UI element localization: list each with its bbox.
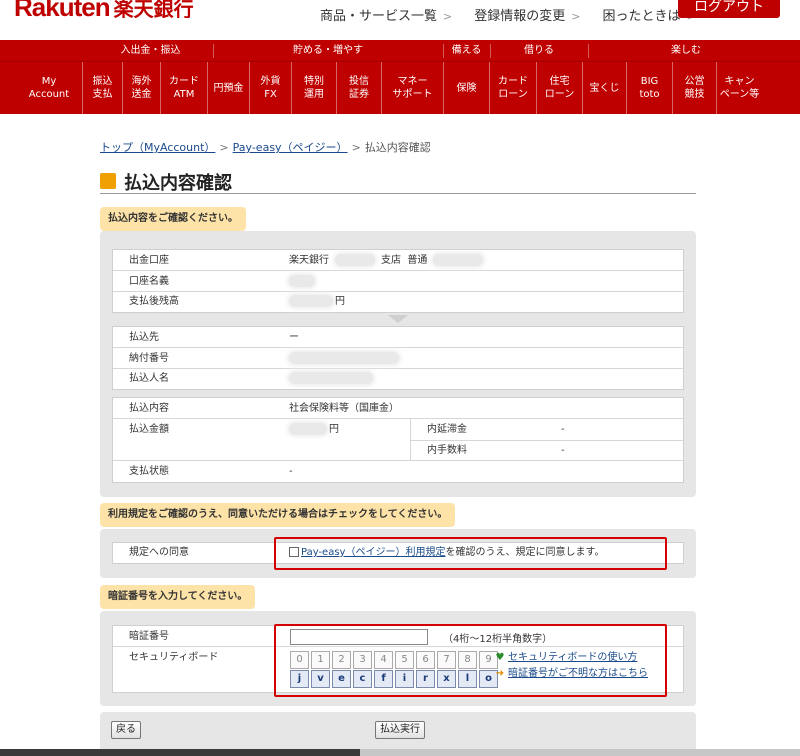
bottom-strip: [0, 749, 800, 756]
nav-category-insure: 備える: [451, 45, 482, 56]
row-balance-after: 支払後残高 円: [129, 295, 345, 307]
redacted-account-number: [433, 254, 484, 266]
highlight-pin-box: [274, 624, 667, 697]
nav-items: My Account 振込 支払 海外 送金 カード ATM 円預金 外貨 FX…: [16, 62, 762, 114]
back-button[interactable]: 戻る: [111, 721, 141, 739]
nav-item-special[interactable]: 特別 運用: [291, 62, 336, 114]
nav-item-overseas[interactable]: 海外 送金: [122, 62, 160, 114]
chevron-right-icon: >: [571, 10, 581, 23]
nav-item-money-support[interactable]: マネー サポート: [381, 62, 443, 114]
highlight-terms-box: [274, 537, 667, 570]
header-link-products[interactable]: 商品・サービス一覧 >: [320, 5, 452, 24]
logo-text-ja: 楽天銀行: [113, 0, 194, 18]
breadcrumb-current: 払込内容確認: [364, 141, 431, 154]
redacted-balance: [289, 295, 333, 307]
redacted-payer-name: [289, 372, 373, 384]
page-title-bar: 払込内容確認: [100, 170, 696, 194]
row-payment-content: 払込内容 社会保険料等（国庫金）: [113, 398, 683, 419]
nav-item-yen-deposit[interactable]: 円預金: [207, 62, 249, 114]
redacted-payment-number: [289, 352, 399, 364]
section-confirm-label: 払込内容をご確認ください。: [100, 207, 246, 231]
nav-item-insurance[interactable]: 保険: [443, 62, 489, 114]
nav-item-campaign[interactable]: キャン ペーン等: [716, 62, 762, 114]
header-link-registration[interactable]: 登録情報の変更 >: [474, 5, 580, 24]
breadcrumb-home-link[interactable]: トップ（MyAccount）: [100, 141, 215, 154]
redacted-amount: [289, 423, 327, 435]
breadcrumb: トップ（MyAccount） > Pay-easy（ペイジー） > 払込内容確認: [100, 141, 431, 154]
redacted-account-name: [289, 275, 315, 287]
nav-category-borrow: 借りる: [524, 45, 554, 56]
rakuten-bank-logo[interactable]: Rakuten 楽天銀行: [14, 0, 194, 18]
fee-value: -: [561, 445, 565, 456]
account-table: 出金口座 楽天銀行 支店 普通 口座名義 支払後残高 円: [112, 249, 684, 313]
row-payment-amount: 払込金額 円 内延滞金 - 内手数料 -: [113, 419, 683, 461]
nav-item-home-loan[interactable]: 住宅 ローン: [536, 62, 582, 114]
nav-item-public-race[interactable]: 公営 競技: [672, 62, 716, 114]
top-header: Rakuten楽天銀行 商品・サービス一覧> 登録情報の変更> 困ったときは> …: [0, 0, 800, 40]
row-payer-name: 払込人名: [113, 369, 683, 389]
row-withdraw-account: 出金口座 楽天銀行 支店 普通: [113, 250, 683, 271]
nav-item-big-toto[interactable]: BIG toto: [626, 62, 672, 114]
title-square-icon: [100, 173, 116, 189]
row-payee: 払込先 ー: [113, 327, 683, 348]
payee-table: 払込先 ー 納付番号 払込人名: [112, 326, 684, 390]
nav-category-save-invest: 貯める・増やす: [293, 45, 363, 56]
row-account-name: 口座名義: [113, 271, 683, 292]
nav-category-enjoy: 楽しむ: [671, 45, 701, 56]
breadcrumb-payeasy-link[interactable]: Pay-easy（ペイジー）: [233, 141, 348, 154]
chevron-right-icon: >: [443, 10, 453, 23]
header-links: 商品・サービス一覧> 登録情報の変更> 困ったときは>: [320, 5, 718, 24]
redacted-branch: [335, 254, 375, 266]
arrow-down-icon: [388, 315, 408, 323]
execute-payment-button[interactable]: 払込実行: [375, 721, 425, 739]
nav-item-transfer[interactable]: 振込 支払: [82, 62, 122, 114]
nav-category-deposit-transfer: 入出金・振込: [120, 45, 181, 56]
section-pin-label: 暗証番号を入力してください。: [100, 585, 256, 609]
row-payment-status: 支払状態 -: [129, 466, 293, 477]
nav-item-myaccount[interactable]: My Account: [16, 62, 82, 114]
nav-item-lottery[interactable]: 宝くじ: [582, 62, 626, 114]
nav-item-card-atm[interactable]: カード ATM: [160, 62, 207, 114]
late-fee-label: 内延滞金: [427, 424, 467, 435]
detail-table: 払込内容 社会保険料等（国庫金） 払込金額 円 内延滞金 - 内手数料 - 支払…: [112, 397, 684, 483]
logout-button[interactable]: ログアウト: [678, 0, 780, 18]
section-terms-label: 利用規定をご確認のうえ、同意いただける場合はチェックをしてください。: [100, 503, 456, 527]
page-title: 払込内容確認: [124, 173, 232, 194]
nav-item-fx[interactable]: 外貨 FX: [249, 62, 291, 114]
nav-category-row: 入出金・振込 貯める・増やす 備える 借りる 楽しむ: [0, 40, 800, 62]
nav-item-securities[interactable]: 投信 証券: [336, 62, 381, 114]
logo-text-en: Rakuten: [14, 0, 111, 18]
late-fee-value: -: [561, 424, 565, 435]
row-payment-number: 納付番号: [113, 348, 683, 369]
nav-item-card-loan[interactable]: カード ローン: [489, 62, 536, 114]
main-navigation: 入出金・振込 貯める・増やす 備える 借りる 楽しむ My Account 振込…: [0, 40, 800, 114]
fee-label: 内手数料: [427, 445, 467, 456]
